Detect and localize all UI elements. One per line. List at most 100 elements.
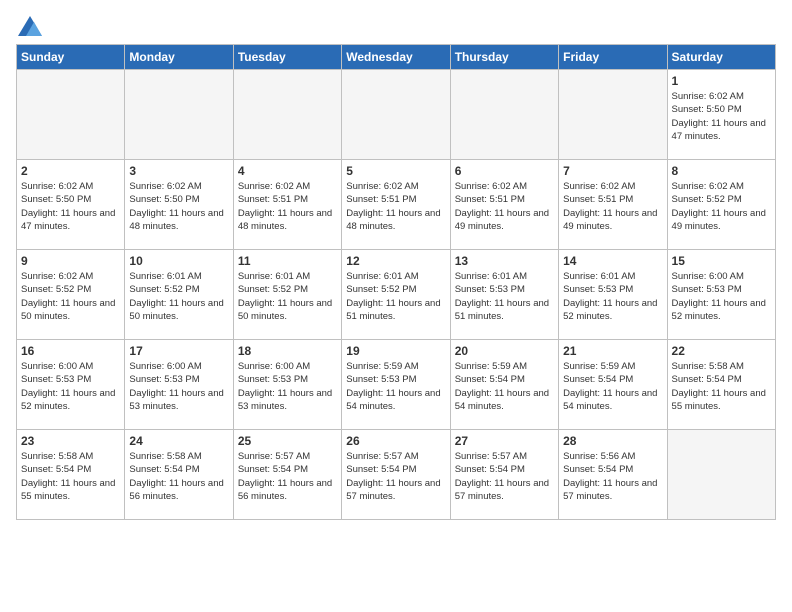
calendar-week-1: 1 Sunrise: 6:02 AM Sunset: 5:50 PM Daylig… [17,70,776,160]
calendar-cell [233,70,341,160]
day-number: 14 [563,254,662,268]
calendar-cell: 12Sunrise: 6:01 AM Sunset: 5:52 PM Dayli… [342,250,450,340]
calendar-cell: 4 Sunrise: 6:02 AM Sunset: 5:51 PM Daylig… [233,160,341,250]
calendar-cell: 18 Sunrise: 6:00 AM Sunset: 5:53 PM Dayli… [233,340,341,430]
calendar-cell: 27 Sunrise: 5:57 AM Sunset: 5:54 PM Dayli… [450,430,558,520]
calendar-cell [342,70,450,160]
header [16,16,776,36]
calendar-cell: 20 Sunrise: 5:59 AM Sunset: 5:54 PM Dayli… [450,340,558,430]
day-info: Sunrise: 6:02 AM Sunset: 5:51 PM Dayligh… [563,180,662,233]
calendar-header-saturday: Saturday [667,45,775,70]
day-number: 2 [21,164,120,178]
calendar-cell: 19 Sunrise: 5:59 AM Sunset: 5:53 PM Dayli… [342,340,450,430]
calendar-week-4: 16 Sunrise: 6:00 AM Sunset: 5:53 PM Dayli… [17,340,776,430]
calendar-cell: 6 Sunrise: 6:02 AM Sunset: 5:51 PM Daylig… [450,160,558,250]
calendar-cell [450,70,558,160]
day-number: 23 [21,434,120,448]
calendar-cell: 7Sunrise: 6:02 AM Sunset: 5:51 PM Daylig… [559,160,667,250]
day-number: 10 [129,254,228,268]
day-number: 19 [346,344,445,358]
calendar-cell [125,70,233,160]
day-number: 5 [346,164,445,178]
calendar-cell: 13 Sunrise: 6:01 AM Sunset: 5:53 PM Dayli… [450,250,558,340]
day-number: 20 [455,344,554,358]
day-info: Sunrise: 5:59 AM Sunset: 5:54 PM Dayligh… [563,360,662,413]
calendar-cell: 3 Sunrise: 6:02 AM Sunset: 5:50 PM Daylig… [125,160,233,250]
calendar-header-tuesday: Tuesday [233,45,341,70]
day-info: Sunrise: 6:00 AM Sunset: 5:53 PM Dayligh… [129,360,228,413]
calendar-header-row: SundayMondayTuesdayWednesdayThursdayFrid… [17,45,776,70]
day-number: 9 [21,254,120,268]
day-info: Sunrise: 6:02 AM Sunset: 5:50 PM Dayligh… [129,180,228,233]
calendar-cell: 15 Sunrise: 6:00 AM Sunset: 5:53 PM Dayli… [667,250,775,340]
calendar-cell: 10 Sunrise: 6:01 AM Sunset: 5:52 PM Dayli… [125,250,233,340]
day-info: Sunrise: 5:57 AM Sunset: 5:54 PM Dayligh… [346,450,445,503]
day-info: Sunrise: 5:57 AM Sunset: 5:54 PM Dayligh… [238,450,337,503]
calendar-cell: 11 Sunrise: 6:01 AM Sunset: 5:52 PM Dayli… [233,250,341,340]
calendar-cell: 24 Sunrise: 5:58 AM Sunset: 5:54 PM Dayli… [125,430,233,520]
calendar-cell: 17 Sunrise: 6:00 AM Sunset: 5:53 PM Dayli… [125,340,233,430]
day-number: 18 [238,344,337,358]
day-info: Sunrise: 6:01 AM Sunset: 5:53 PM Dayligh… [563,270,662,323]
day-info: Sunrise: 6:00 AM Sunset: 5:53 PM Dayligh… [672,270,771,323]
calendar-cell: 22 Sunrise: 5:58 AM Sunset: 5:54 PM Dayli… [667,340,775,430]
calendar-cell: 5 Sunrise: 6:02 AM Sunset: 5:51 PM Daylig… [342,160,450,250]
day-info: Sunrise: 5:58 AM Sunset: 5:54 PM Dayligh… [21,450,120,503]
calendar-week-5: 23 Sunrise: 5:58 AM Sunset: 5:54 PM Dayli… [17,430,776,520]
calendar-cell: 16 Sunrise: 6:00 AM Sunset: 5:53 PM Dayli… [17,340,125,430]
day-number: 27 [455,434,554,448]
day-info: Sunrise: 6:02 AM Sunset: 5:50 PM Dayligh… [672,90,771,143]
day-number: 28 [563,434,662,448]
day-info: Sunrise: 6:02 AM Sunset: 5:51 PM Dayligh… [346,180,445,233]
day-number: 24 [129,434,228,448]
calendar-cell: 21Sunrise: 5:59 AM Sunset: 5:54 PM Dayli… [559,340,667,430]
day-number: 4 [238,164,337,178]
calendar-header-monday: Monday [125,45,233,70]
day-info: Sunrise: 6:01 AM Sunset: 5:52 PM Dayligh… [129,270,228,323]
calendar-header-wednesday: Wednesday [342,45,450,70]
calendar-cell: 9 Sunrise: 6:02 AM Sunset: 5:52 PM Daylig… [17,250,125,340]
day-number: 13 [455,254,554,268]
calendar-cell: 8 Sunrise: 6:02 AM Sunset: 5:52 PM Daylig… [667,160,775,250]
calendar-cell: 2Sunrise: 6:02 AM Sunset: 5:50 PM Daylig… [17,160,125,250]
logo [16,16,42,36]
day-info: Sunrise: 6:02 AM Sunset: 5:52 PM Dayligh… [21,270,120,323]
day-number: 16 [21,344,120,358]
day-info: Sunrise: 6:01 AM Sunset: 5:53 PM Dayligh… [455,270,554,323]
calendar-cell: 1 Sunrise: 6:02 AM Sunset: 5:50 PM Daylig… [667,70,775,160]
day-info: Sunrise: 6:01 AM Sunset: 5:52 PM Dayligh… [346,270,445,323]
day-info: Sunrise: 5:58 AM Sunset: 5:54 PM Dayligh… [129,450,228,503]
day-info: Sunrise: 6:02 AM Sunset: 5:51 PM Dayligh… [238,180,337,233]
day-info: Sunrise: 6:02 AM Sunset: 5:52 PM Dayligh… [672,180,771,233]
day-number: 15 [672,254,771,268]
calendar-cell: 23 Sunrise: 5:58 AM Sunset: 5:54 PM Dayli… [17,430,125,520]
day-number: 26 [346,434,445,448]
calendar-body: 1 Sunrise: 6:02 AM Sunset: 5:50 PM Daylig… [17,70,776,520]
day-number: 8 [672,164,771,178]
day-number: 11 [238,254,337,268]
day-number: 1 [672,74,771,88]
day-info: Sunrise: 6:00 AM Sunset: 5:53 PM Dayligh… [21,360,120,413]
day-info: Sunrise: 6:02 AM Sunset: 5:51 PM Dayligh… [455,180,554,233]
calendar-cell [667,430,775,520]
calendar-week-2: 2 Sunrise: 6:02 AM Sunset: 5:50 PM Daylig… [17,160,776,250]
day-number: 3 [129,164,228,178]
day-info: Sunrise: 6:00 AM Sunset: 5:53 PM Dayligh… [238,360,337,413]
day-info: Sunrise: 6:01 AM Sunset: 5:52 PM Dayligh… [238,270,337,323]
calendar-header-thursday: Thursday [450,45,558,70]
calendar: SundayMondayTuesdayWednesdayThursdayFrid… [16,44,776,520]
day-info: Sunrise: 5:59 AM Sunset: 5:54 PM Dayligh… [455,360,554,413]
calendar-cell [17,70,125,160]
day-info: Sunrise: 5:59 AM Sunset: 5:53 PM Dayligh… [346,360,445,413]
day-number: 6 [455,164,554,178]
day-number: 22 [672,344,771,358]
day-number: 17 [129,344,228,358]
calendar-cell: 14 Sunrise: 6:01 AM Sunset: 5:53 PM Dayli… [559,250,667,340]
day-info: Sunrise: 5:57 AM Sunset: 5:54 PM Dayligh… [455,450,554,503]
calendar-cell: 28 Sunrise: 5:56 AM Sunset: 5:54 PM Dayli… [559,430,667,520]
logo-icon [18,16,42,36]
day-info: Sunrise: 5:56 AM Sunset: 5:54 PM Dayligh… [563,450,662,503]
calendar-header-friday: Friday [559,45,667,70]
day-number: 25 [238,434,337,448]
day-info: Sunrise: 5:58 AM Sunset: 5:54 PM Dayligh… [672,360,771,413]
